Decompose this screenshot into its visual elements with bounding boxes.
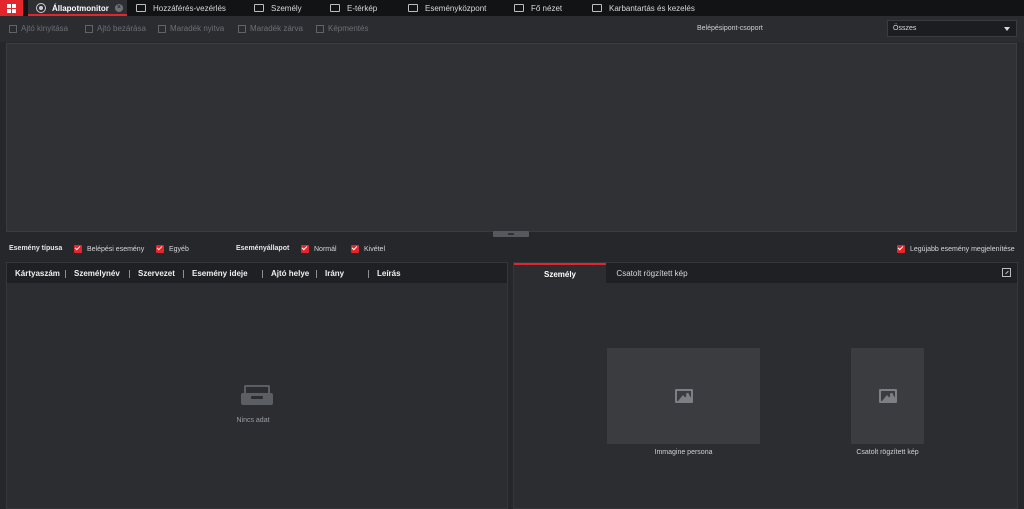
toolbar: Ajtó kinyitása Ajtó bezárása Maradék nyi…: [0, 16, 1024, 42]
image-placeholder-icon: [674, 389, 693, 403]
event-type-label: Esemény típusa: [9, 245, 63, 252]
tab-label: Személy: [271, 3, 302, 13]
column-header-direction[interactable]: Irány: [315, 269, 344, 278]
event-table-panel: Kártyaszám Személynév Szervezet Esemény …: [6, 262, 508, 509]
tab-captured-picture[interactable]: Csatolt rögzített kép: [614, 263, 690, 283]
event-center-icon: [408, 4, 418, 12]
column-header-card-number[interactable]: Kártyaszám: [15, 269, 60, 278]
lock-icon: [85, 24, 93, 33]
empty-state: Nincs adat: [236, 385, 275, 424]
captured-image-caption: Csatolt rögzített kép: [856, 449, 919, 456]
map-icon: [330, 4, 340, 12]
tab-access-control[interactable]: Hozzáférés-vezérlés: [136, 0, 226, 16]
checkbox-normal[interactable]: Normál: [301, 245, 337, 253]
tab-label: Fő nézet: [531, 3, 563, 13]
tab-label: Karbantartás és kezelés: [609, 3, 695, 13]
event-state-label: Eseményállapot: [236, 245, 290, 252]
button-label: Ajtó bezárása: [97, 24, 146, 33]
tab-person-detail[interactable]: Személy: [514, 263, 606, 283]
checkbox-label: Legújabb esemény megjelenítése: [910, 245, 1015, 253]
checkbox-show-latest[interactable]: Legújabb esemény megjelenítése: [897, 245, 1015, 253]
tab-main-view[interactable]: Fő nézet: [514, 0, 562, 16]
tab-maintenance[interactable]: Karbantartás és kezelés: [592, 0, 695, 16]
checkbox-checked-icon: [74, 245, 82, 253]
button-label: Ajtó kinyitása: [21, 24, 69, 33]
app-menu-button[interactable]: [0, 0, 23, 16]
expand-icon[interactable]: [1002, 268, 1011, 277]
captured-image-placeholder: [851, 348, 924, 444]
detail-tabs: Személy Csatolt rögzített kép: [514, 263, 1017, 283]
table-header: Kártyaszám Személynév Szervezet Esemény …: [7, 263, 507, 283]
panel-splitter-handle[interactable]: [493, 231, 529, 237]
door-icon: [136, 4, 146, 12]
column-header-person-name[interactable]: Személynév: [65, 269, 120, 278]
person-card-icon: [254, 4, 264, 12]
open-door-button[interactable]: Ajtó kinyitása: [9, 24, 68, 33]
camera-icon: [316, 24, 324, 33]
image-placeholder-icon: [878, 389, 897, 403]
event-detail-panel: Személy Csatolt rögzített kép Immagine p…: [513, 262, 1018, 509]
event-filter-bar: Esemény típusa Belépési esemény Egyéb Es…: [0, 240, 1024, 258]
column-header-organization[interactable]: Szervezet: [129, 269, 175, 278]
access-point-group-select[interactable]: Összes: [887, 20, 1017, 37]
tab-label: Hozzáférés-vezérlés: [153, 3, 226, 13]
tab-label: E-térkép: [347, 3, 378, 13]
remain-closed-button[interactable]: Maradék zárva: [238, 24, 303, 33]
button-label: Maradék zárva: [250, 24, 303, 33]
select-value: Összes: [893, 25, 917, 32]
checkbox-label: Egyéb: [169, 245, 189, 253]
grid-icon: [7, 3, 16, 13]
capture-button[interactable]: Képmentés: [316, 24, 368, 33]
remain-open-icon: [158, 24, 166, 33]
tab-person[interactable]: Személy: [254, 0, 302, 16]
close-door-button[interactable]: Ajtó bezárása: [85, 24, 146, 33]
maintenance-icon: [592, 4, 602, 12]
button-label: Maradék nyitva: [170, 24, 225, 33]
access-point-group-label: Belépésipont-csoport: [697, 25, 763, 32]
top-navigation-bar: Állapotmonitor × Hozzáférés-vezérlés Sze…: [0, 0, 1024, 16]
column-header-description[interactable]: Leírás: [368, 269, 401, 278]
close-tab-icon[interactable]: ×: [114, 4, 123, 12]
checkbox-checked-icon: [301, 245, 309, 253]
button-label: Képmentés: [328, 24, 369, 33]
checkbox-other[interactable]: Egyéb: [156, 245, 189, 253]
checkbox-label: Belépési esemény: [87, 245, 145, 253]
empty-state-text: Nincs adat: [236, 417, 270, 424]
checkbox-access-event[interactable]: Belépési esemény: [74, 245, 144, 253]
column-header-door-location[interactable]: Ajtó helye: [261, 269, 309, 278]
column-header-event-time[interactable]: Esemény ideje: [183, 269, 248, 278]
tab-label: Eseményközpont: [425, 3, 487, 13]
tab-label: Állapotmonitor: [52, 3, 109, 13]
monitor-icon: [36, 3, 46, 13]
checkbox-label: Normál: [314, 245, 337, 253]
main-view-icon: [514, 4, 524, 12]
unlock-icon: [9, 24, 17, 33]
tab-event-center[interactable]: Eseményközpont: [408, 0, 486, 16]
chevron-down-icon: [1004, 27, 1010, 31]
checkbox-checked-icon: [156, 245, 164, 253]
checkbox-exception[interactable]: Kivétel: [351, 245, 385, 253]
checkbox-checked-icon: [897, 245, 905, 253]
remain-open-button[interactable]: Maradék nyitva: [158, 24, 224, 33]
tab-e-map[interactable]: E-térkép: [330, 0, 377, 16]
checkbox-checked-icon: [351, 245, 359, 253]
empty-tray-icon: [241, 385, 273, 407]
person-image-placeholder: [607, 348, 760, 444]
checkbox-label: Kivétel: [364, 245, 386, 253]
remain-closed-icon: [238, 24, 246, 33]
tab-status-monitor[interactable]: Állapotmonitor ×: [28, 0, 127, 16]
door-status-area: [6, 43, 1017, 232]
person-image-caption: Immagine persona: [654, 449, 713, 456]
